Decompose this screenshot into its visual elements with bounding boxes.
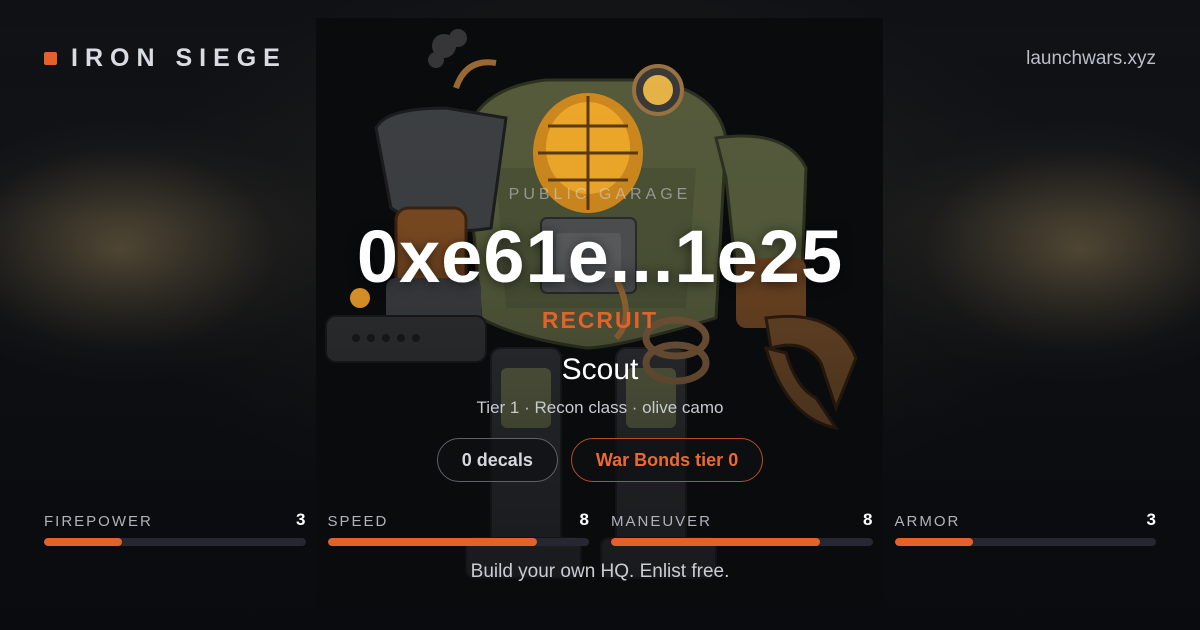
stat-value: 8 xyxy=(579,510,589,529)
enlist-cta: Build your own HQ. Enlist free. xyxy=(470,561,730,582)
brand-square-icon xyxy=(44,52,57,65)
stat-bar-fill xyxy=(327,538,537,546)
unit-meta: Tier 1 · Recon class · olive camo xyxy=(476,398,724,417)
stat-bar-track xyxy=(611,538,873,546)
stat-label: ARMOR xyxy=(894,513,961,530)
stat-bar-fill xyxy=(894,538,973,546)
stats-row: FIREPOWER 3 SPEED 8 MANEUVER 8 ARMOR 3 xyxy=(44,508,1156,546)
brand-name: IRON SIEGE xyxy=(71,44,287,72)
stat-bar-fill xyxy=(44,538,123,546)
stat-value: 3 xyxy=(296,510,306,529)
stat-label: SPEED xyxy=(327,513,389,530)
stat-value: 3 xyxy=(1146,510,1156,529)
eyebrow-label: PUBLIC GARAGE xyxy=(508,186,692,203)
stat-firepower: FIREPOWER 3 xyxy=(44,508,306,546)
stat-bar-fill xyxy=(611,538,821,546)
brand-logo: IRON SIEGE xyxy=(44,44,287,73)
site-domain: launchwars.xyz xyxy=(1026,48,1156,69)
stat-armor: ARMOR 3 xyxy=(894,508,1156,546)
war-bonds-badge: War Bonds tier 0 xyxy=(570,438,764,482)
wallet-address: 0xe61e...1e25 xyxy=(356,215,844,298)
stat-bar-track xyxy=(44,538,306,546)
stat-value: 8 xyxy=(863,510,873,529)
stat-bar-track xyxy=(327,538,589,546)
stat-label: MANEUVER xyxy=(611,513,713,530)
stat-label: FIREPOWER xyxy=(44,513,153,530)
stat-maneuver: MANEUVER 8 xyxy=(611,508,873,546)
decals-badge: 0 decals xyxy=(436,438,558,482)
unit-name: Scout xyxy=(561,353,639,386)
badge-row: 0 decals War Bonds tier 0 xyxy=(0,438,1200,482)
stat-speed: SPEED 8 xyxy=(327,508,589,546)
stat-bar-track xyxy=(894,538,1156,546)
rank-label: RECRUIT xyxy=(541,307,659,333)
